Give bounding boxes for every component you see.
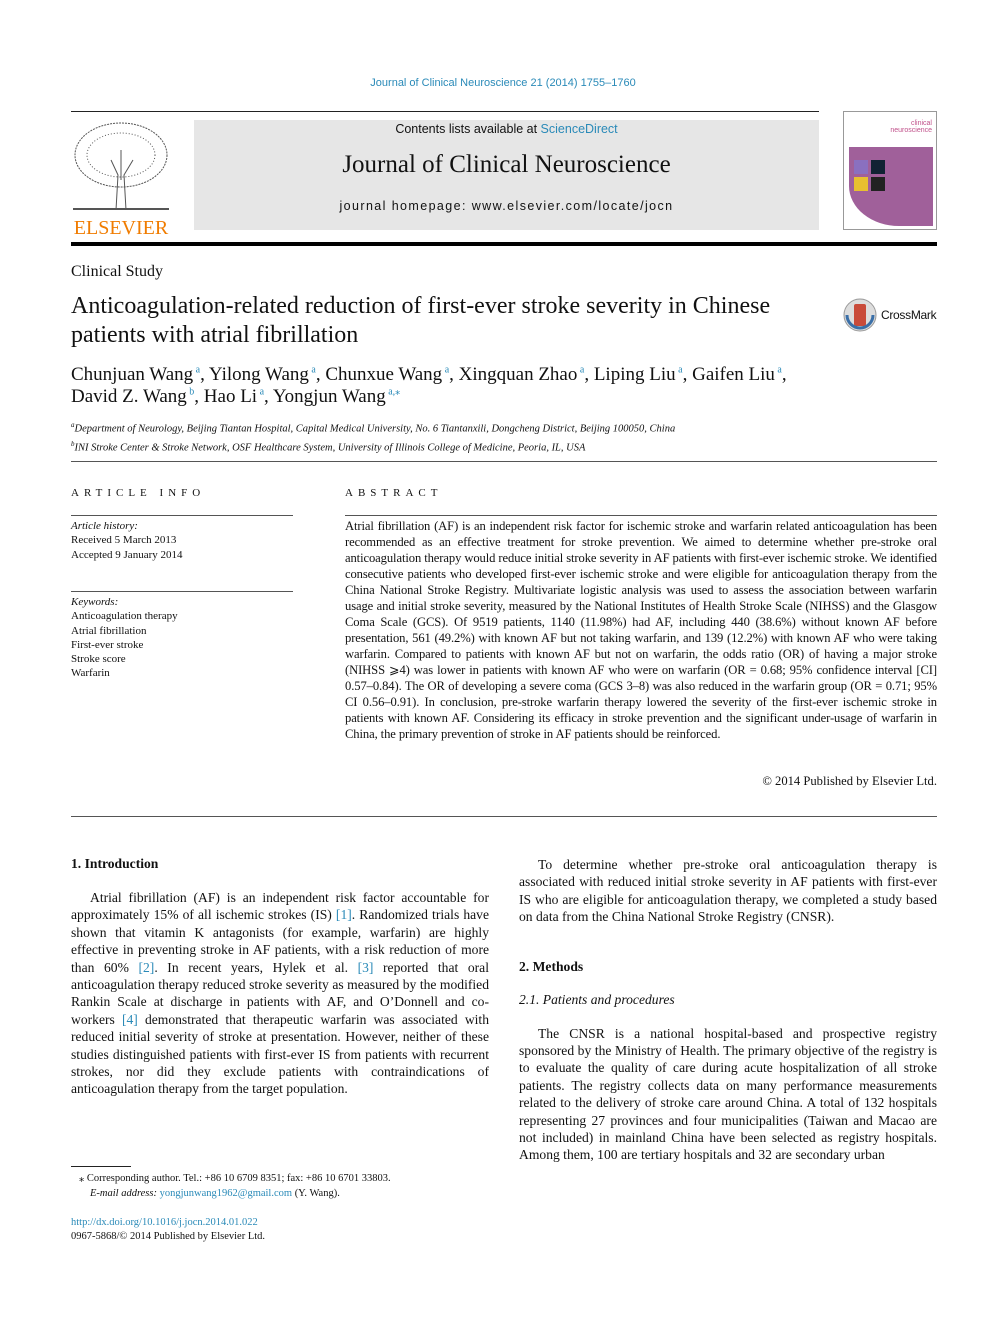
keyword: Atrial fibrillation bbox=[71, 624, 147, 637]
abstract-text: Atrial fibrillation (AF) is an independe… bbox=[345, 519, 937, 741]
article-info-heading: ARTICLE INFO bbox=[71, 487, 206, 499]
affiliation-mark[interactable]: a bbox=[577, 365, 584, 376]
author-list: Chunjuan Wang a, Yilong Wang a, Chunxue … bbox=[71, 364, 787, 407]
crossmark-label: CrossMark bbox=[881, 308, 937, 322]
author-name: Yongjun Wang bbox=[272, 386, 386, 407]
abstract-heading: ABSTRACT bbox=[345, 487, 443, 499]
accepted-date: Accepted 9 January 2014 bbox=[71, 548, 183, 561]
citation-link[interactable]: [4] bbox=[122, 1012, 138, 1027]
author-name: Liping Liu bbox=[593, 364, 676, 385]
email-suffix: (Y. Wang). bbox=[292, 1188, 340, 1199]
text-run: . In recent years, Hylek et al. bbox=[154, 959, 358, 975]
keyword: Stroke score bbox=[71, 653, 126, 666]
info-rule-2 bbox=[71, 591, 293, 592]
affiliation-mark[interactable]: a bbox=[257, 387, 264, 398]
keywords: Keywords: Anticoagulation therapy Atrial… bbox=[71, 595, 178, 681]
footnote-text: Corresponding author. Tel.: +86 10 6709 … bbox=[86, 1173, 391, 1184]
cover-title: clinical neuroscience bbox=[890, 120, 932, 134]
email-link[interactable]: yongjunwang1962@gmail.com bbox=[160, 1188, 292, 1199]
thick-rule bbox=[71, 242, 937, 246]
author-name: Hao Li bbox=[203, 386, 258, 407]
elsevier-tree-icon bbox=[73, 122, 169, 211]
affiliation-a: aDepartment of Neurology, Beijing Tianta… bbox=[71, 421, 676, 435]
keyword: First-ever stroke bbox=[71, 638, 144, 651]
divider bbox=[71, 461, 937, 462]
abstract-rule bbox=[345, 515, 937, 516]
affiliation-mark[interactable]: b bbox=[187, 387, 194, 398]
section-heading-introduction: 1. Introduction bbox=[71, 856, 159, 871]
history-label: Article history: bbox=[71, 520, 138, 532]
elsevier-logo: ELSEVIER bbox=[71, 120, 171, 239]
abstract-copyright: © 2014 Published by Elsevier Ltd. bbox=[762, 774, 937, 788]
footnote: ⁎ Corresponding author. Tel.: +86 10 670… bbox=[79, 1171, 391, 1201]
journal-title: Journal of Clinical Neuroscience bbox=[342, 151, 671, 178]
affiliation-mark[interactable]: a bbox=[442, 365, 449, 376]
issn: 0967-5868/© 2014 Published by Elsevier L… bbox=[71, 1231, 266, 1242]
right-column: To determine whether pre-stroke oral ant… bbox=[519, 856, 937, 1164]
footnote-rule bbox=[71, 1166, 131, 1167]
contents-prefix: Contents lists available at bbox=[395, 122, 541, 136]
author-name: Xingquan Zhao bbox=[458, 364, 578, 385]
elsevier-wordmark: ELSEVIER bbox=[73, 217, 169, 239]
received-date: Received 5 March 2013 bbox=[71, 534, 177, 547]
contents-line: Contents lists available at ScienceDirec… bbox=[194, 122, 819, 136]
sciencedirect-link[interactable]: ScienceDirect bbox=[541, 122, 618, 136]
info-rule bbox=[71, 515, 293, 516]
keyword: Warfarin bbox=[71, 667, 110, 680]
subsection-heading: 2.1. Patients and procedures bbox=[519, 991, 675, 1007]
journal-homepage[interactable]: journal homepage: www.elsevier.com/locat… bbox=[194, 199, 819, 213]
keyword: Anticoagulation therapy bbox=[71, 610, 178, 623]
author-name: Chunxue Wang bbox=[325, 364, 443, 385]
methods-paragraph: The CNSR is a national hospital-based an… bbox=[519, 1025, 937, 1163]
footnote-mark: ⁎ bbox=[79, 1173, 85, 1184]
journal-cover: clinical neuroscience bbox=[843, 111, 937, 230]
intro-paragraph-2: To determine whether pre-stroke oral ant… bbox=[519, 857, 937, 925]
author-name: Gaifen Liu bbox=[692, 364, 775, 385]
crossmark-badge[interactable]: CrossMark bbox=[843, 298, 937, 332]
article-type: Clinical Study bbox=[71, 263, 163, 280]
affiliation-mark[interactable]: a bbox=[193, 365, 200, 376]
journal-banner: Contents lists available at ScienceDirec… bbox=[194, 120, 819, 230]
email-label: E-mail address: bbox=[90, 1188, 160, 1199]
divider bbox=[71, 816, 937, 817]
left-column: 1. Introduction Atrial fibrillation (AF)… bbox=[71, 856, 489, 1098]
top-rule bbox=[71, 111, 819, 112]
article-history: Article history: Received 5 March 2013 A… bbox=[71, 519, 183, 562]
article-title: Anticoagulation-related reduction of fir… bbox=[71, 293, 771, 348]
affiliation-mark[interactable]: a,⁎ bbox=[386, 387, 400, 398]
keywords-label: Keywords: bbox=[71, 596, 119, 608]
affiliation-mark[interactable]: a bbox=[676, 365, 682, 376]
affiliations: aDepartment of Neurology, Beijing Tianta… bbox=[71, 418, 675, 455]
author-name: David Z. Wang bbox=[71, 386, 187, 407]
citation-link[interactable]: [1] bbox=[336, 907, 352, 922]
crossmark-icon bbox=[843, 298, 877, 332]
author-name: Chunjuan Wang bbox=[71, 364, 194, 385]
doi-link[interactable]: http://dx.doi.org/10.1016/j.jocn.2014.01… bbox=[71, 1217, 258, 1228]
citation-link[interactable]: [3] bbox=[358, 960, 374, 975]
affiliation-b: bINI Stroke Center & Stroke Network, OSF… bbox=[71, 439, 586, 454]
author-name: Yilong Wang bbox=[208, 364, 309, 385]
journal-citation[interactable]: Journal of Clinical Neuroscience 21 (201… bbox=[0, 77, 992, 89]
intro-paragraph: Atrial fibrillation (AF) is an independe… bbox=[71, 889, 489, 1098]
section-heading-methods: 2. Methods bbox=[519, 958, 584, 974]
citation-link[interactable]: [2] bbox=[138, 960, 154, 975]
affiliation-mark[interactable]: a bbox=[309, 365, 315, 376]
affiliation-mark[interactable]: a bbox=[775, 365, 781, 376]
